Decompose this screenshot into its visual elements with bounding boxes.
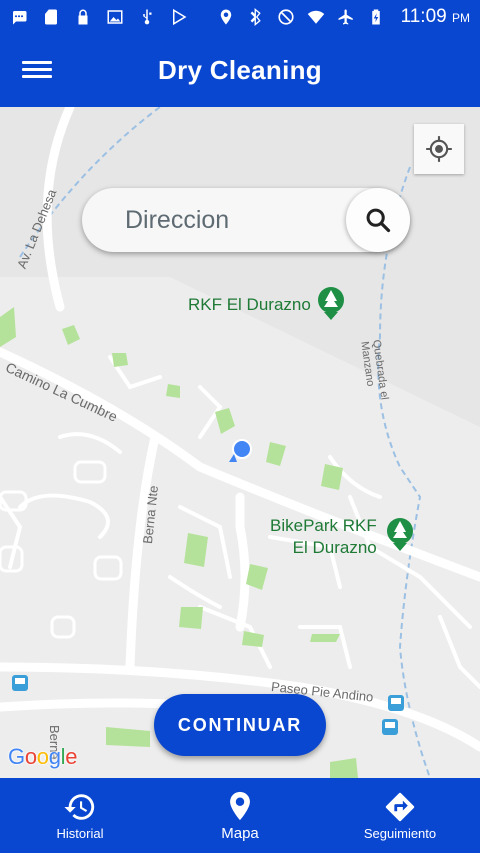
poi-label-rkf-durazno[interactable]: RKF El Durazno <box>188 295 311 315</box>
continue-button[interactable]: CONTINUAR <box>154 694 326 756</box>
search-box <box>82 188 410 252</box>
image-icon <box>106 8 124 26</box>
user-location-dot <box>232 439 252 459</box>
my-location-icon <box>426 136 452 162</box>
nav-item-mapa[interactable]: Mapa <box>160 778 320 853</box>
nav-label: Seguimiento <box>363 826 437 841</box>
page-title: Dry Cleaning <box>158 54 322 85</box>
nav-item-historial[interactable]: Historial <box>0 778 160 853</box>
map-view[interactable]: Av. La Dehesa Camino La Cumbre Berna Nte… <box>0 107 480 778</box>
nav-label: Mapa <box>221 825 259 842</box>
wifi-icon <box>307 8 325 26</box>
address-search-input[interactable] <box>82 188 346 252</box>
history-icon <box>64 794 95 820</box>
status-right-icons: 11:09 PM <box>217 6 470 28</box>
bluetooth-icon <box>247 7 265 26</box>
sd-card-icon <box>42 8 60 26</box>
usb-icon <box>138 8 156 26</box>
location-icon <box>217 8 235 26</box>
map-pin-icon <box>230 791 250 821</box>
search-icon <box>366 208 391 233</box>
poi-label-bikepark[interactable]: BikePark RKF El Durazno <box>270 515 377 559</box>
google-logo: Google <box>8 744 78 769</box>
status-bar: 11:09 PM <box>0 0 480 33</box>
status-left-icons <box>10 8 188 26</box>
my-location-button[interactable] <box>414 124 464 174</box>
hamburger-menu-icon[interactable] <box>22 57 52 83</box>
airplane-icon <box>337 8 355 26</box>
nav-item-seguimiento[interactable]: Seguimiento <box>320 778 480 853</box>
bottom-navigation: Historial Mapa Seguimiento <box>0 778 480 853</box>
lock-icon <box>74 8 92 26</box>
search-button[interactable] <box>346 188 410 252</box>
play-store-icon <box>170 8 188 26</box>
battery-charging-icon <box>367 8 385 26</box>
status-time: 11:09 PM <box>400 5 470 27</box>
message-icon <box>10 8 28 26</box>
nav-label: Historial <box>56 826 104 841</box>
app-bar: Dry Cleaning <box>0 33 480 107</box>
directions-icon <box>385 792 415 822</box>
do-not-disturb-icon <box>277 8 295 26</box>
